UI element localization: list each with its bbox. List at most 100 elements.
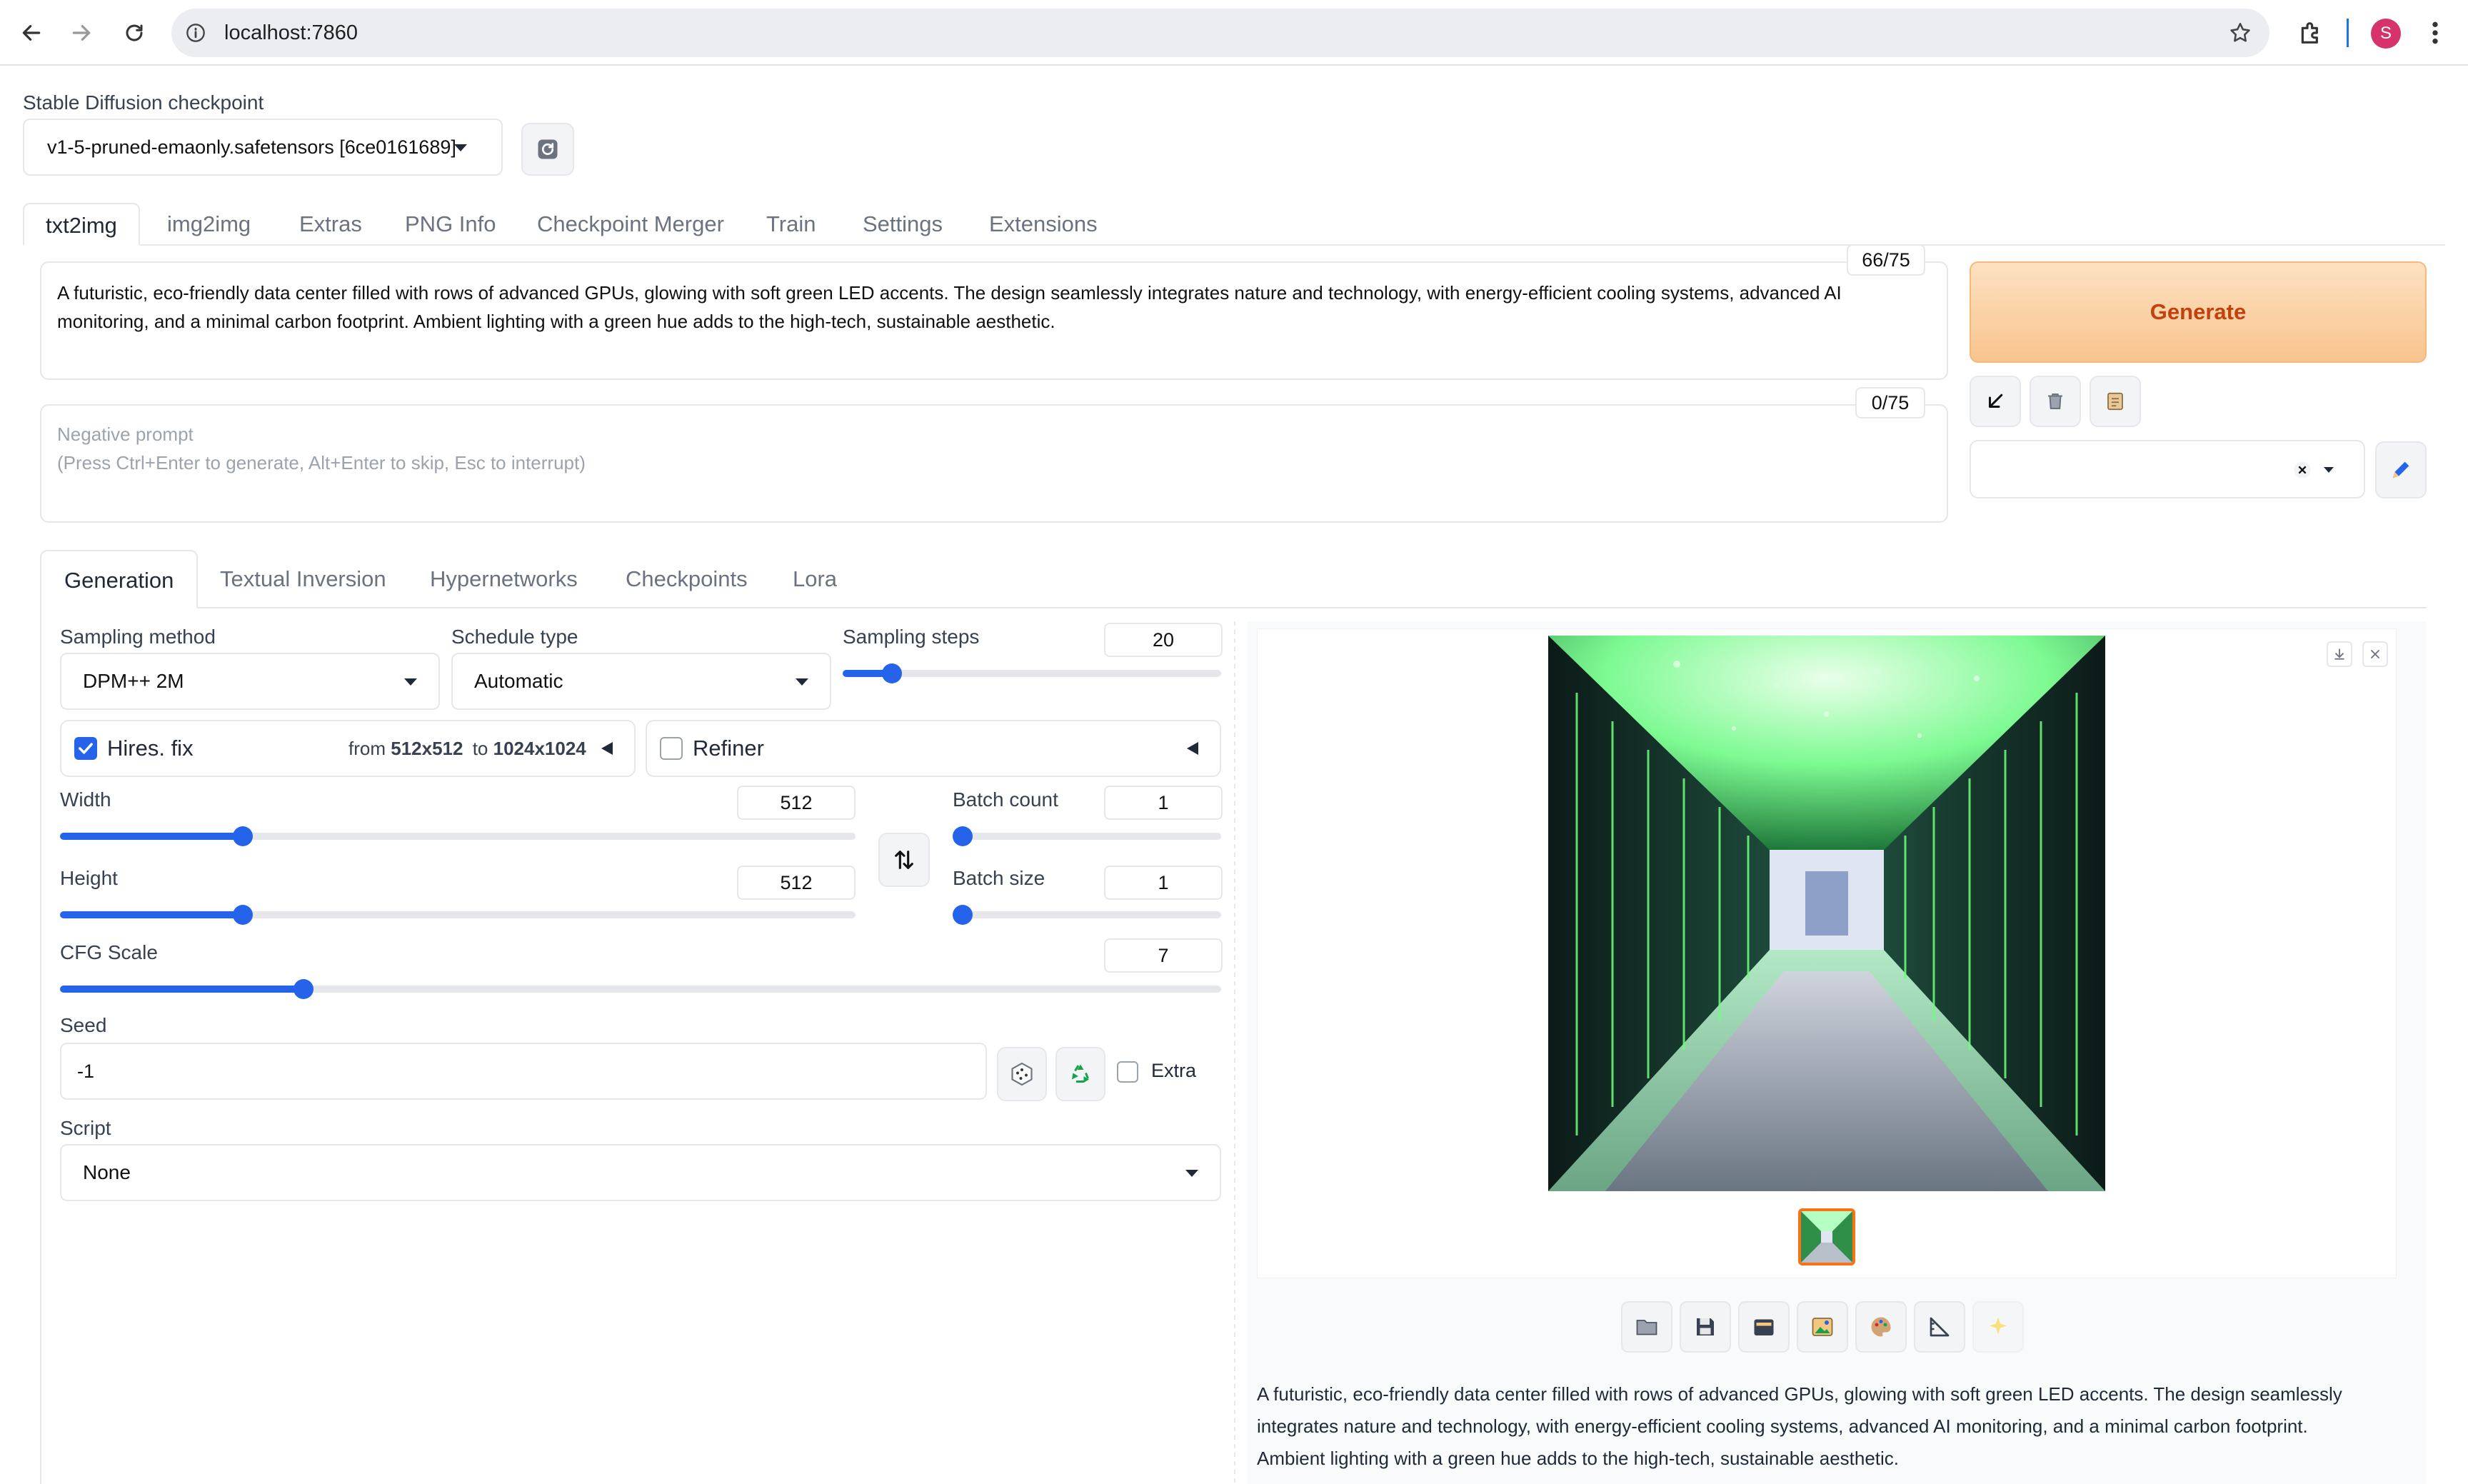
clear-x-icon[interactable] [2292, 460, 2312, 480]
refresh-checkpoint-button[interactable] [521, 123, 574, 176]
batch-size-slider[interactable] [953, 905, 1221, 925]
cfg-scale-slider[interactable] [60, 979, 1221, 999]
batch-size-label: Batch size [953, 867, 1045, 889]
cfg-scale-label: CFG Scale [60, 941, 158, 963]
send-to-img2img-button[interactable] [1797, 1301, 1848, 1353]
extra-seed-checkbox[interactable] [1117, 1061, 1138, 1083]
tab-checkpoints[interactable]: Checkpoints [626, 550, 748, 608]
negative-token-counter: 0/75 [1855, 387, 1925, 418]
styles-dropdown[interactable] [1970, 440, 2365, 498]
send-to-extras-button[interactable] [1914, 1301, 1965, 1353]
checkpoint-dropdown[interactable]: v1-5-pruned-emaonly.safetensors [6ce0161… [23, 119, 503, 176]
slider-thumb[interactable] [953, 905, 973, 925]
chevron-down-icon [404, 678, 417, 686]
seed-input[interactable]: -1 [60, 1043, 987, 1100]
profile-avatar[interactable]: S [2371, 19, 2401, 49]
close-icon [2371, 650, 2379, 658]
tab-generation[interactable]: Generation [40, 550, 199, 608]
tab-train[interactable]: Train [766, 203, 816, 246]
schedule-type-dropdown[interactable]: Automatic [451, 653, 831, 710]
generated-image[interactable] [1548, 636, 2105, 1191]
checkpoint-label: Stable Diffusion checkpoint [23, 91, 264, 114]
reload-button[interactable] [114, 13, 154, 53]
dice-icon [1011, 1062, 1033, 1086]
clipboard-icon [2107, 392, 2123, 411]
info-icon[interactable] [186, 23, 206, 43]
tab-extras[interactable]: Extras [299, 203, 362, 246]
tab-img2img[interactable]: img2img [167, 203, 251, 246]
negative-prompt-textarea[interactable]: Negative prompt (Press Ctrl+Enter to gen… [40, 404, 1948, 523]
hires-fix-label: Hires. fix [107, 736, 194, 761]
checkpoint-value: v1-5-pruned-emaonly.safetensors [6ce0161… [47, 136, 456, 158]
script-dropdown[interactable]: None [60, 1144, 1221, 1201]
slider-fill [60, 986, 304, 993]
archive-icon [1754, 1319, 1774, 1335]
slider-thumb[interactable] [233, 826, 253, 846]
slider-fill [60, 833, 243, 840]
generate-button[interactable]: Generate [1970, 261, 2427, 363]
send-to-inpaint-button[interactable] [1855, 1301, 1907, 1353]
tab-png-info[interactable]: PNG Info [405, 203, 496, 246]
arrow-down-left-icon [1989, 393, 2003, 408]
address-bar[interactable]: localhost:7860 [171, 9, 2269, 57]
star-icon[interactable] [2228, 21, 2252, 45]
arrow-right-icon [72, 25, 91, 41]
clear-prompt-button[interactable] [2030, 376, 2081, 427]
open-folder-button[interactable] [1621, 1301, 1672, 1353]
panel-splitter [1234, 621, 1235, 1484]
slider-thumb[interactable] [294, 979, 313, 999]
slider-thumb[interactable] [882, 663, 902, 683]
refiner-label: Refiner [693, 736, 764, 761]
download-button[interactable] [2327, 641, 2352, 667]
batch-count-slider[interactable] [953, 826, 1221, 846]
cfg-scale-input[interactable]: 7 [1104, 938, 1223, 973]
script-label: Script [60, 1117, 111, 1139]
reuse-seed-button[interactable] [1055, 1047, 1105, 1101]
forward-button[interactable] [61, 13, 101, 53]
close-gallery-button[interactable] [2362, 641, 2388, 667]
hires-fix-accordion[interactable]: Hires. fix from 512x512 to 1024x1024 [60, 720, 636, 777]
tab-extensions[interactable]: Extensions [989, 203, 1098, 246]
sampling-method-dropdown[interactable]: DPM++ 2M [60, 653, 440, 710]
refiner-checkbox[interactable] [660, 737, 683, 760]
back-button[interactable] [11, 13, 51, 53]
swap-icon [895, 851, 913, 869]
save-button[interactable] [1680, 1301, 1731, 1353]
slider-thumb[interactable] [953, 826, 973, 846]
batch-count-input[interactable]: 1 [1104, 786, 1223, 820]
chevron-down-icon [454, 144, 467, 151]
tab-hypernetworks[interactable]: Hypernetworks [430, 550, 578, 608]
edit-styles-button[interactable] [2375, 441, 2427, 498]
slider-thumb[interactable] [233, 905, 253, 925]
tab-settings[interactable]: Settings [863, 203, 943, 246]
batch-size-input[interactable]: 1 [1104, 866, 1223, 900]
reload-icon [126, 24, 143, 41]
styles-button[interactable] [2090, 376, 2141, 427]
tab-txt2img[interactable]: txt2img [23, 203, 140, 246]
sampling-steps-input[interactable]: 20 [1104, 623, 1223, 657]
prompt-textarea[interactable]: A futuristic, eco-friendly data center f… [40, 261, 1948, 380]
height-input[interactable]: 512 [737, 866, 856, 900]
paste-params-button[interactable] [1970, 376, 2021, 427]
zip-button[interactable] [1738, 1301, 1790, 1353]
upscale-button[interactable] [1972, 1301, 2024, 1353]
arrow-left-icon [22, 25, 41, 41]
tab-lora[interactable]: Lora [793, 550, 837, 608]
width-input[interactable]: 512 [737, 786, 856, 820]
tab-textual-inversion[interactable]: Textual Inversion [220, 550, 386, 608]
random-seed-button[interactable] [997, 1047, 1047, 1101]
swap-dimensions-button[interactable] [878, 833, 930, 887]
url-text: localhost:7860 [224, 21, 358, 44]
gallery-thumbnail[interactable] [1798, 1208, 1855, 1265]
extensions-icon[interactable] [2297, 19, 2325, 47]
more-vert-icon[interactable] [2428, 19, 2442, 47]
height-slider[interactable] [60, 905, 856, 925]
sampling-steps-slider[interactable] [843, 663, 1221, 683]
refiner-accordion[interactable]: Refiner [646, 720, 1221, 777]
width-slider[interactable] [60, 826, 856, 846]
tab-checkpoint-merger[interactable]: Checkpoint Merger [537, 203, 724, 246]
collapse-arrow-icon [601, 742, 613, 755]
extra-seed-label: Extra [1151, 1060, 1197, 1081]
subtabs-divider [40, 607, 2427, 608]
hires-fix-checkbox[interactable] [74, 737, 97, 760]
